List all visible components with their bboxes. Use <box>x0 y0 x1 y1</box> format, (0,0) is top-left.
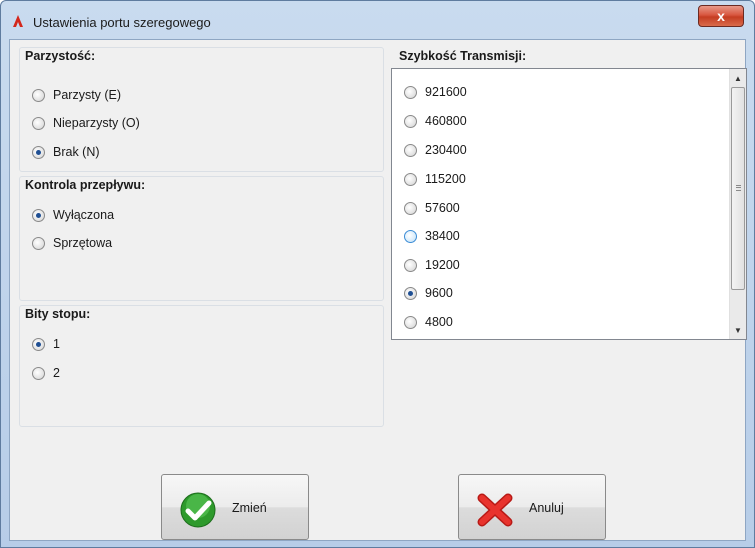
scroll-thumb[interactable] <box>731 87 745 290</box>
baud-option-230400[interactable]: 230400 <box>404 140 467 160</box>
baud-option-label: 9600 <box>425 286 453 300</box>
radio-button[interactable] <box>404 172 417 186</box>
stop-bits-option-2[interactable]: 2 <box>32 363 60 383</box>
baud-rate-title: Szybkość Transmisji: <box>399 49 530 63</box>
radio-button[interactable] <box>404 85 417 99</box>
baud-option-label: 38400 <box>425 229 460 243</box>
radio-button[interactable] <box>404 315 417 329</box>
x-icon <box>477 493 513 527</box>
dialog-window: Ustawienia portu szeregowego x Parzystoś… <box>0 0 755 548</box>
radio-button[interactable] <box>32 236 45 250</box>
baud-option-9600[interactable]: 9600 <box>404 283 453 303</box>
flow-option-label: Sprzętowa <box>53 236 113 250</box>
radio-button[interactable] <box>404 229 417 243</box>
flow-option-hardware[interactable]: Sprzętowa <box>32 233 112 253</box>
flow-control-title: Kontrola przepływu: <box>25 178 149 192</box>
parity-option-odd[interactable]: Nieparzysty (O) <box>32 113 140 133</box>
radio-button[interactable] <box>32 366 45 380</box>
baud-option-460800[interactable]: 460800 <box>404 111 467 131</box>
parity-option-label: Parzysty (E) <box>53 88 122 102</box>
close-button[interactable]: x <box>698 5 744 27</box>
baud-option-label: 921600 <box>425 85 467 99</box>
vertical-scrollbar[interactable]: ▲ ▼ <box>729 69 746 339</box>
close-icon: x <box>717 8 725 24</box>
radio-button[interactable] <box>32 337 45 351</box>
radio-button[interactable] <box>32 145 45 159</box>
radio-button[interactable] <box>404 286 417 300</box>
change-button[interactable]: Zmień <box>161 474 309 540</box>
baud-option-label: 230400 <box>425 143 467 157</box>
parity-option-none[interactable]: Brak (N) <box>32 142 100 162</box>
baud-option-19200[interactable]: 19200 <box>404 255 460 275</box>
radio-button[interactable] <box>32 88 45 102</box>
radio-button[interactable] <box>32 208 45 222</box>
baud-option-4800[interactable]: 4800 <box>404 312 453 332</box>
flow-control-group: Kontrola przepływu: Wyłączona Sprzętowa <box>19 176 384 301</box>
window-title: Ustawienia portu szeregowego <box>33 15 211 30</box>
radio-button[interactable] <box>32 116 45 130</box>
stop-bits-option-label: 2 <box>53 366 60 380</box>
baud-option-38400[interactable]: 38400 <box>404 226 460 246</box>
grip-icon <box>736 185 741 191</box>
radio-button[interactable] <box>404 201 417 215</box>
cancel-button-label: Anuluj <box>529 501 564 515</box>
title-bar[interactable]: Ustawienia portu szeregowego x <box>1 1 754 39</box>
baud-option-label: 115200 <box>425 172 466 186</box>
baud-option-label: 4800 <box>425 315 453 329</box>
change-button-label: Zmień <box>232 501 267 515</box>
radio-button[interactable] <box>404 258 417 272</box>
flow-option-label: Wyłączona <box>53 208 115 222</box>
parity-option-even[interactable]: Parzysty (E) <box>32 85 121 105</box>
app-logo-icon <box>13 15 23 27</box>
stop-bits-group: Bity stopu: 1 2 <box>19 305 384 427</box>
stop-bits-option-1[interactable]: 1 <box>32 334 60 354</box>
baud-option-label: 460800 <box>425 114 467 128</box>
parity-group: Parzystość: Parzysty (E) Nieparzysty (O)… <box>19 47 384 172</box>
baud-rate-list[interactable]: 921600 460800 230400 115200 57600 38400 … <box>391 68 747 340</box>
baud-option-label: 19200 <box>425 258 460 272</box>
stop-bits-option-label: 1 <box>53 337 60 351</box>
scroll-down-arrow-icon[interactable]: ▼ <box>730 322 746 338</box>
radio-button[interactable] <box>404 143 417 157</box>
baud-option-921600[interactable]: 921600 <box>404 82 467 102</box>
parity-option-label: Brak (N) <box>53 145 100 159</box>
check-icon <box>180 492 216 528</box>
radio-button[interactable] <box>404 114 417 128</box>
scroll-up-arrow-icon[interactable]: ▲ <box>730 70 746 86</box>
baud-option-115200[interactable]: 115200 <box>404 169 466 189</box>
cancel-button[interactable]: Anuluj <box>458 474 606 540</box>
flow-option-off[interactable]: Wyłączona <box>32 205 114 225</box>
parity-option-label: Nieparzysty (O) <box>53 116 140 130</box>
parity-title: Parzystość: <box>25 49 99 63</box>
baud-option-label: 57600 <box>425 201 460 215</box>
stop-bits-title: Bity stopu: <box>25 307 94 321</box>
baud-option-57600[interactable]: 57600 <box>404 198 460 218</box>
